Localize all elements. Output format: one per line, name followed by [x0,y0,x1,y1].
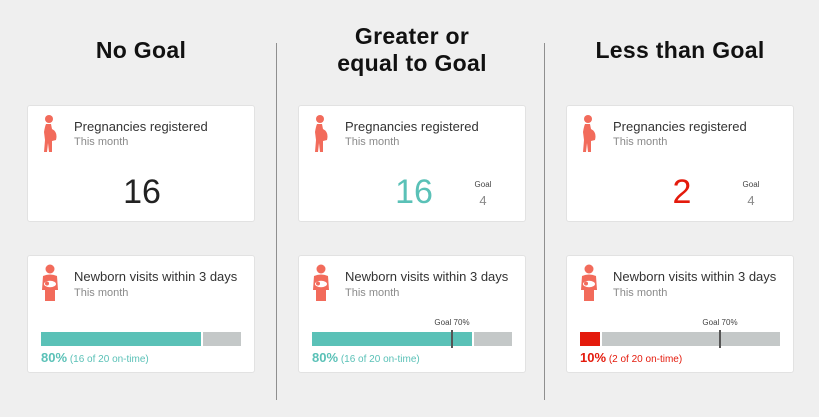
progress-caption: 80% (16 of 20 on-time) [312,350,420,365]
progress-gap [600,332,602,346]
card-title: Pregnancies registered [74,119,208,134]
mother-and-baby-icon [39,264,63,302]
column-less-than-goal: Less than Goal Pregnancies registered Th… [566,0,794,373]
goal-marker-label: Goal 70% [702,318,738,327]
progress-percent: 10% [580,350,607,365]
card-title: Newborn visits within 3 days [613,269,777,284]
goal-value: 4 [479,193,487,208]
column-title-line-1: Greater or [354,23,470,49]
progress-fill [41,332,201,346]
progress-track [580,332,780,346]
pregnancies-card[interactable]: Pregnancies registered This month 16 [27,105,255,222]
newborn-visits-card[interactable]: Newborn visits within 3 days This month … [566,255,794,373]
progress-detail: (2 of 20 on-time) [608,354,683,365]
progress-detail: (16 of 20 on-time) [340,354,420,365]
goal-label: Goal [742,180,760,189]
progress-bar: Goal 70% [312,318,512,348]
progress-percent: 80% [41,350,68,365]
progress-bar [41,332,241,346]
pregnancies-count: 16 [123,173,161,211]
pregnancies-count: 16 [395,173,433,211]
card-subtitle: This month [345,136,400,148]
card-title: Newborn visits within 3 days [74,269,238,284]
card-title: Pregnancies registered [345,119,479,134]
newborn-visits-card[interactable]: Newborn visits within 3 days This month … [298,255,526,373]
card-subtitle: This month [74,287,129,299]
goal-value: 4 [747,193,755,208]
goal-comparison-screen: No Goal Pregnancies registered This mont… [0,0,819,417]
goal-marker [451,330,453,348]
progress-bar: Goal 70% [580,318,780,348]
pregnant-woman-icon [310,114,332,154]
pregnancies-card[interactable]: Pregnancies registered This month 2 Goal… [566,105,794,222]
pregnancies-card[interactable]: Pregnancies registered This month 16 Goa… [298,105,526,222]
card-subtitle: This month [345,287,400,299]
card-title: Newborn visits within 3 days [345,269,509,284]
pregnant-woman-icon [39,114,61,154]
progress-fill [312,332,472,346]
progress-detail: (16 of 20 on-time) [69,354,149,365]
progress-gap [201,332,203,346]
card-title: Pregnancies registered [613,119,747,134]
goal-marker [719,330,721,348]
mother-and-baby-icon [310,264,334,302]
pregnant-woman-icon [578,114,600,154]
column-greater-or-equal: Greater or equal to Goal Pregnancies reg… [298,0,526,373]
goal-marker-label: Goal 70% [434,318,470,327]
column-divider [276,43,277,400]
column-title: No Goal [95,36,187,63]
column-no-goal: No Goal Pregnancies registered This mont… [27,0,255,373]
goal-box: Goal 4 [733,180,769,208]
goal-box: Goal 4 [465,180,501,208]
progress-gap [472,332,474,346]
card-subtitle: This month [613,136,668,148]
goal-label: Goal [474,180,492,189]
progress-caption: 10% (2 of 20 on-time) [580,350,682,365]
pregnancies-count: 2 [672,173,692,211]
mother-and-baby-icon [578,264,602,302]
column-divider [544,43,545,400]
column-title: Greater or equal to Goal [298,0,526,100]
column-title: Less than Goal [595,36,765,63]
newborn-visits-card[interactable]: Newborn visits within 3 days This month … [27,255,255,373]
progress-caption: 80% (16 of 20 on-time) [41,350,149,365]
progress-percent: 80% [312,350,339,365]
card-subtitle: This month [74,136,129,148]
column-title-line-2: equal to Goal [337,50,487,76]
progress-fill [580,332,600,346]
card-subtitle: This month [613,287,668,299]
